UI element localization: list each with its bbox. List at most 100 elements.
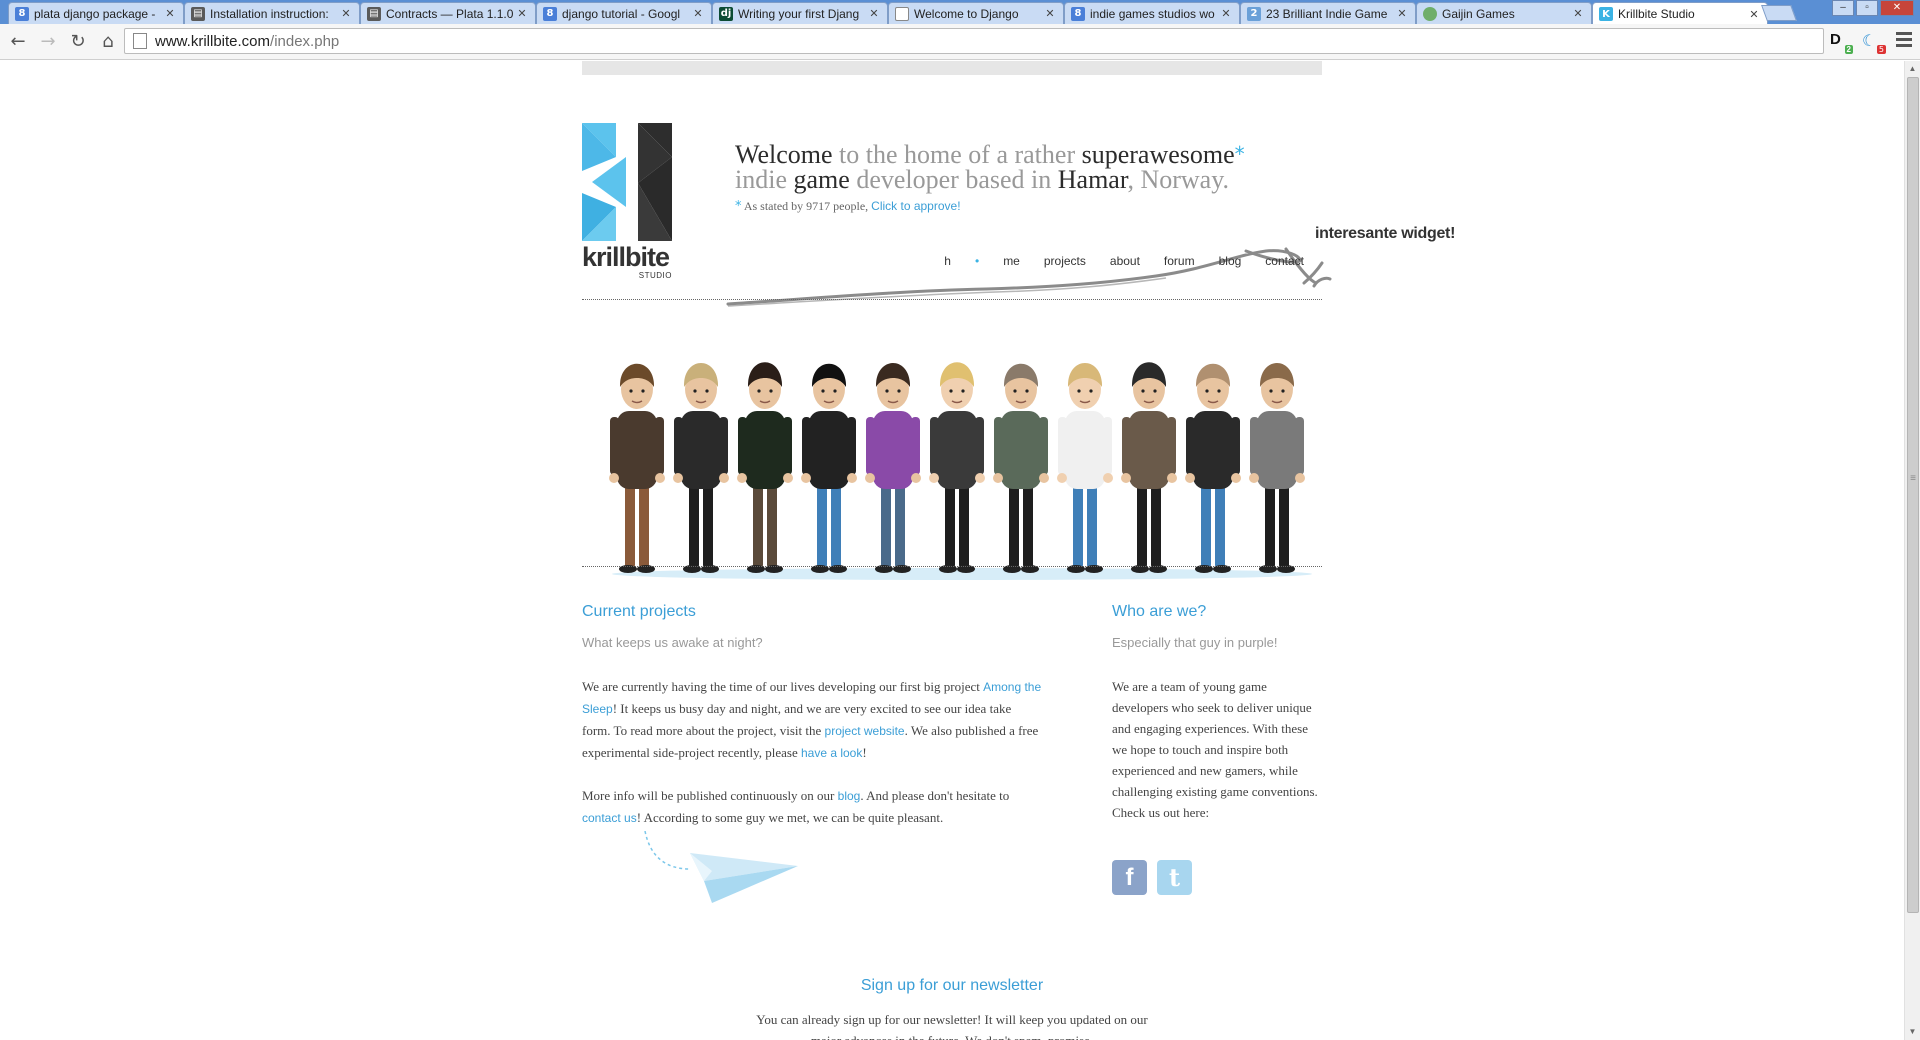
browser-tab[interactable]: 8 django tutorial - Googl ✕ (536, 2, 712, 24)
nav-projects[interactable]: projects (1044, 254, 1086, 268)
tab-strip: 8 plata django package - ✕ ▤ Installation in… (0, 0, 1920, 25)
scroll-down-arrow[interactable]: ▼ (1905, 1024, 1920, 1040)
browser-tab[interactable]: 2 23 Brilliant Indie Game ✕ (1240, 2, 1416, 24)
close-window-button[interactable]: ✕ (1880, 0, 1914, 16)
scroll-up-arrow[interactable]: ▲ (1905, 61, 1920, 77)
projects-subtitle: What keeps us awake at night? (582, 635, 763, 650)
tab-title: Welcome to Django (914, 6, 1019, 21)
team-member-figure (737, 362, 793, 573)
browser-tab[interactable]: 8 plata django package - ✕ (8, 2, 184, 24)
site-icon: 2 (1247, 6, 1261, 21)
scroll-thumb[interactable] (1907, 77, 1919, 913)
home-icon[interactable]: ⌂ (96, 30, 120, 54)
tab-title: plata django package - (34, 6, 156, 21)
browser-tab[interactable]: 8 indie games studios wo ✕ (1064, 2, 1240, 24)
newsletter-heading: Sign up for our newsletter (860, 977, 1044, 994)
divider-bottom (582, 566, 1322, 567)
close-tab-icon[interactable]: ✕ (515, 7, 529, 20)
about-subtitle: Especially that guy in purple! (1112, 635, 1278, 650)
team-member-figure (801, 363, 857, 573)
close-tab-icon[interactable]: ✕ (163, 7, 177, 20)
django-icon: dj (719, 6, 733, 21)
globe-icon (1423, 6, 1437, 21)
logo-wordmark: krillbite (582, 242, 670, 272)
paper-plane-icon (644, 831, 798, 903)
extension-d-icon[interactable]: D2 (1830, 31, 1853, 54)
team-member-figure (1249, 363, 1305, 573)
team-member-figure (993, 363, 1049, 573)
team-member-figure (1185, 363, 1241, 573)
google-icon: 8 (543, 6, 557, 21)
tab-title: Installation instruction: (210, 6, 329, 21)
about-paragraph: We are a team of young game developers w… (1112, 679, 1318, 820)
have-a-look-link[interactable]: have a look (801, 746, 862, 760)
tab-title: 23 Brilliant Indie Game (1266, 6, 1388, 21)
vertical-scrollbar[interactable]: ▲ ▼ (1904, 61, 1920, 1040)
tab-title: Contracts — Plata 1.1.0 (386, 6, 514, 21)
logo-mark-icon (582, 123, 672, 241)
browser-tab[interactable]: Gaijin Games ✕ (1416, 2, 1592, 24)
docs-icon: ▤ (191, 6, 205, 21)
nav-blog[interactable]: blog (1219, 254, 1242, 268)
tab-title: indie games studios wo (1090, 6, 1215, 21)
browser-toolbar: ← → ↻ ⌂ www.krillbite.com/index.php ☆ (0, 24, 1920, 60)
page-icon (133, 33, 147, 49)
main-nav: h • me projects about forum blog contact (896, 254, 1304, 268)
close-tab-icon[interactable]: ✕ (1747, 8, 1761, 21)
nav-home[interactable]: h • me (920, 254, 1020, 268)
close-tab-icon[interactable]: ✕ (867, 7, 881, 20)
newsletter-text: You can already sign up for our newslett… (756, 1012, 1148, 1040)
blog-link[interactable]: blog (838, 789, 861, 803)
nav-about[interactable]: about (1110, 254, 1140, 268)
social-links: f t (1112, 860, 1202, 895)
browser-tab[interactable]: Welcome to Django ✕ (888, 2, 1064, 24)
facebook-icon[interactable]: f (1112, 860, 1147, 895)
projects-section: Current projects What keeps us awake at … (582, 603, 1042, 829)
close-tab-icon[interactable]: ✕ (691, 7, 705, 20)
nav-contact[interactable]: contact (1265, 254, 1304, 268)
tab-title: Writing your first Djang (738, 6, 860, 21)
nav-forum[interactable]: forum (1164, 254, 1195, 268)
krillbite-logo[interactable]: krillbite STUDIO (582, 123, 674, 280)
contact-us-link[interactable]: contact us (582, 811, 637, 825)
browser-tab[interactable]: K Krillbite Studio ✕ (1592, 2, 1768, 25)
google-icon: 8 (1071, 6, 1085, 21)
window-controls: – ▫ ✕ (1830, 0, 1914, 16)
widget-note: interesante widget! (1315, 225, 1456, 242)
tab-title: Gaijin Games (1442, 6, 1515, 21)
approve-link[interactable]: Click to approve! (871, 199, 960, 213)
projects-heading: Current projects (582, 603, 696, 620)
docs-icon: ▤ (367, 6, 381, 21)
project-website-link[interactable]: project website (825, 724, 905, 738)
forward-icon[interactable]: → (36, 30, 60, 54)
browser-tab[interactable]: ▤ Contracts — Plata 1.1.0 ✕ (360, 2, 536, 24)
newsletter-section: Sign up for our newsletter You can alrea… (582, 977, 1322, 1040)
team-illustration (609, 362, 1312, 580)
close-tab-icon[interactable]: ✕ (1571, 7, 1585, 20)
reload-icon[interactable]: ↻ (66, 30, 90, 54)
maximize-button[interactable]: ▫ (1856, 0, 1878, 16)
projects-paragraph-2: More info will be published continuously… (582, 788, 1010, 825)
close-tab-icon[interactable]: ✕ (1395, 7, 1409, 20)
team-member-figure (609, 363, 665, 573)
back-icon[interactable]: ← (6, 30, 30, 54)
team-member-figure (1121, 362, 1177, 573)
close-tab-icon[interactable]: ✕ (1219, 7, 1233, 20)
browser-tab[interactable]: ▤ Installation instruction: ✕ (184, 2, 360, 24)
close-tab-icon[interactable]: ✕ (339, 7, 353, 20)
extension-s-icon[interactable]: ☾ 5 (1862, 31, 1886, 54)
top-bar (582, 61, 1322, 75)
chrome-menu-icon[interactable] (1896, 32, 1912, 48)
minimize-button[interactable]: – (1832, 0, 1854, 16)
team-member-figure (865, 363, 921, 573)
browser-tab[interactable]: dj Writing your first Djang ✕ (712, 2, 888, 24)
welcome-headline: Welcome to the home of a rather superawe… (735, 140, 1245, 194)
twitter-icon[interactable]: t (1157, 860, 1192, 895)
page-container: krillbite STUDIO Welcome to the home of … (582, 61, 1455, 1040)
url-text: www.krillbite.com/index.php (155, 32, 340, 50)
new-tab-button[interactable] (1761, 5, 1797, 21)
address-bar[interactable]: www.krillbite.com/index.php ☆ (124, 28, 1824, 54)
about-heading: Who are we? (1112, 603, 1207, 620)
krillbite-icon: K (1599, 7, 1613, 21)
close-tab-icon[interactable]: ✕ (1043, 7, 1057, 20)
